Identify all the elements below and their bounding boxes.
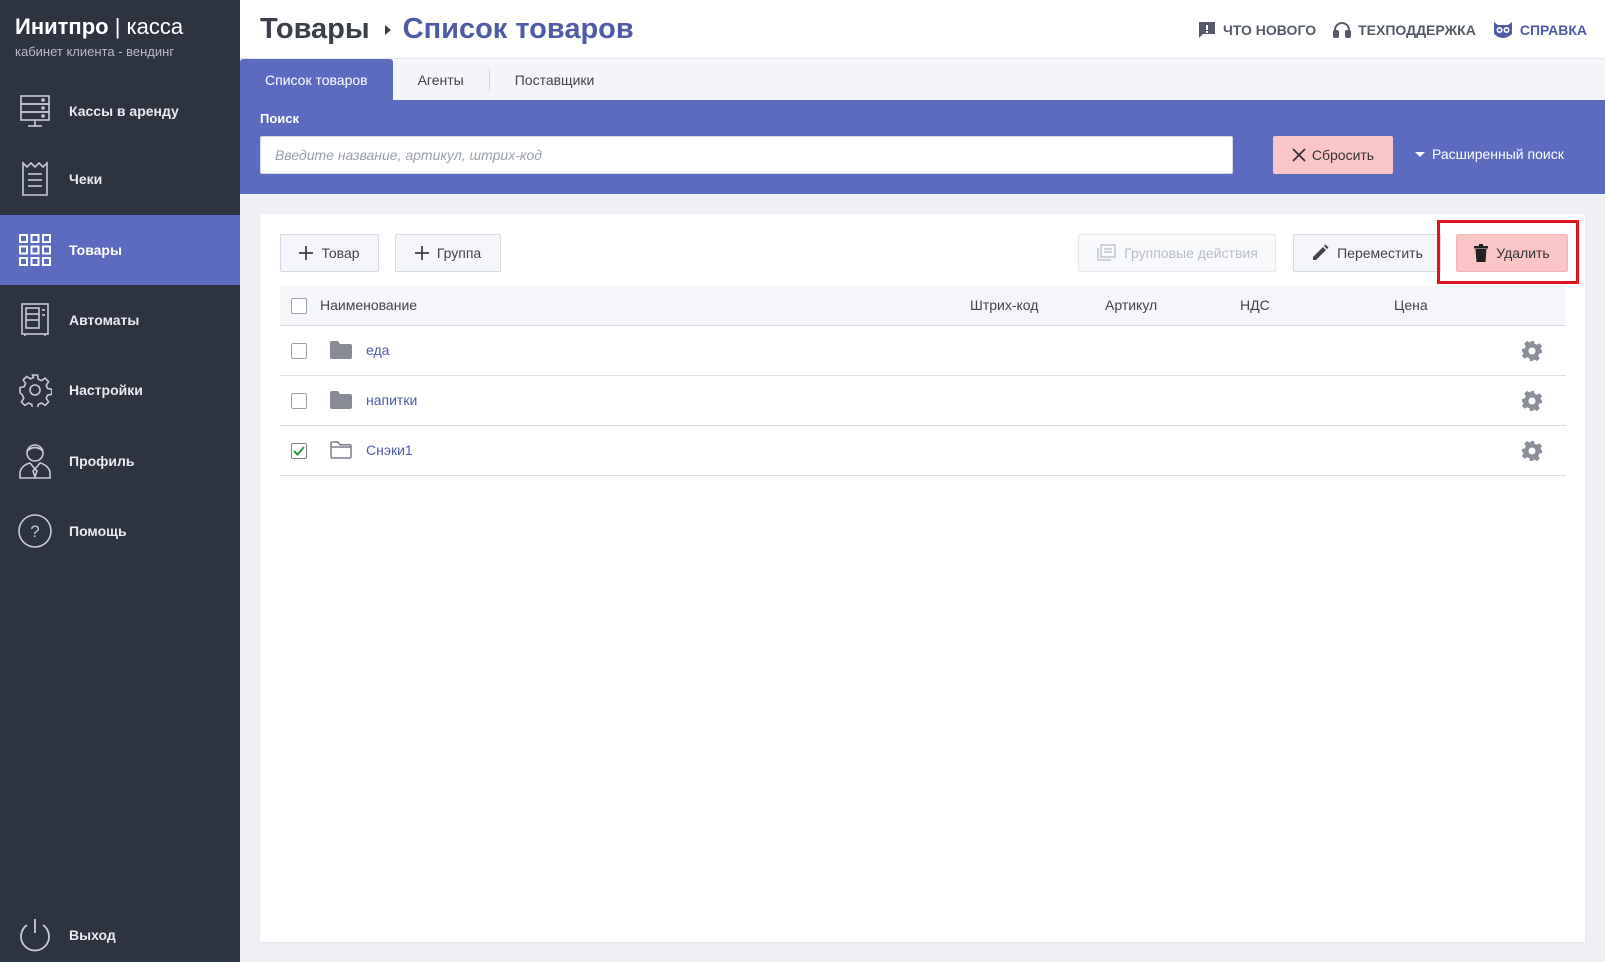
pencil-icon xyxy=(1313,244,1329,260)
table-row[interactable]: еда xyxy=(280,326,1566,376)
power-icon xyxy=(17,917,53,953)
sidebar-item-profile[interactable]: Профиль xyxy=(0,426,240,496)
reset-label: Сбросить xyxy=(1311,147,1375,163)
announcement-icon xyxy=(1198,22,1215,38)
plus-icon xyxy=(414,246,429,260)
checkmark-icon xyxy=(293,446,305,456)
column-header-barcode[interactable]: Штрих-код xyxy=(970,297,1038,313)
delete-label: Удалить xyxy=(1496,245,1550,261)
breadcrumb-parent[interactable]: Товары xyxy=(260,13,370,46)
folder-outline-icon xyxy=(330,441,352,459)
trash-icon xyxy=(1474,244,1489,262)
gear-icon[interactable] xyxy=(1521,390,1543,412)
search-input[interactable] xyxy=(260,136,1233,174)
sidebar-item-label: Чеки xyxy=(69,171,103,187)
svg-text:?: ? xyxy=(30,522,39,541)
sidebar-item-vending-machines[interactable]: Автоматы xyxy=(0,285,240,355)
group-actions-label: Групповые действия xyxy=(1124,245,1258,261)
help-reference-link[interactable]: СПРАВКА xyxy=(1492,20,1587,40)
sidebar-item-label: Выход xyxy=(69,927,116,943)
sidebar-item-receipts[interactable]: Чеки xyxy=(0,144,240,214)
help-icon: ? xyxy=(17,513,53,549)
help-reference-label: СПРАВКА xyxy=(1519,22,1587,38)
table-row[interactable]: напитки xyxy=(280,376,1566,426)
brand-title: Инитпро | касса xyxy=(15,14,184,39)
brand: Инитпро | касса кабинет клиента - вендин… xyxy=(0,0,240,80)
whats-new-link[interactable]: ЧТО НОВОГО xyxy=(1197,20,1316,40)
gear-icon xyxy=(17,372,53,408)
column-header-article[interactable]: Артикул xyxy=(1105,297,1157,313)
reset-button[interactable]: Сбросить xyxy=(1273,136,1393,174)
sidebar-item-label: Автоматы xyxy=(69,312,140,328)
select-all-checkbox[interactable] xyxy=(291,298,307,314)
sidebar-item-products[interactable]: Товары xyxy=(0,215,240,285)
move-label: Переместить xyxy=(1337,245,1423,261)
advanced-search-toggle[interactable]: Расширенный поиск xyxy=(1415,146,1564,162)
folder-icon xyxy=(330,391,352,409)
server-icon xyxy=(17,93,53,129)
row-checkbox[interactable] xyxy=(291,343,307,359)
add-group-button[interactable]: Группа xyxy=(395,234,501,272)
sidebar-item-logout[interactable]: Выход xyxy=(0,900,240,962)
sidebar-item-rental-registers[interactable]: Кассы в аренду xyxy=(0,76,240,146)
tab-product-list[interactable]: Список товаров xyxy=(240,59,393,100)
move-button[interactable]: Переместить xyxy=(1293,234,1441,272)
sidebar-item-label: Настройки xyxy=(69,382,143,398)
page-title: Список товаров xyxy=(402,13,634,45)
group-actions-button[interactable]: Групповые действия xyxy=(1078,234,1276,272)
row-checkbox[interactable] xyxy=(291,393,307,409)
table-row[interactable]: Снэки1 xyxy=(280,426,1566,476)
column-header-name[interactable]: Наименование xyxy=(320,297,417,313)
add-product-label: Товар xyxy=(321,245,360,261)
tab-suppliers[interactable]: Поставщики xyxy=(490,59,620,100)
row-name-link[interactable]: еда xyxy=(366,342,389,358)
delete-button[interactable]: Удалить xyxy=(1456,234,1568,272)
row-name-link[interactable]: напитки xyxy=(366,392,417,408)
receipt-icon xyxy=(17,161,53,197)
header: Товары Список товаров ЧТО НОВОГО ТЕХПОДД… xyxy=(240,0,1605,59)
brand-subtitle: кабинет клиента - вендинг xyxy=(15,44,175,59)
column-header-vat[interactable]: НДС xyxy=(1240,297,1270,313)
column-header-price[interactable]: Цена xyxy=(1394,297,1428,313)
vending-machine-icon xyxy=(17,302,53,338)
folder-icon xyxy=(330,341,352,359)
content-card: Товар Группа Групповые действия Перемест… xyxy=(260,214,1585,942)
advanced-search-label: Расширенный поиск xyxy=(1432,146,1564,162)
gear-icon[interactable] xyxy=(1521,340,1543,362)
plus-icon xyxy=(299,246,314,260)
breadcrumb: Товары Список товаров xyxy=(260,13,634,46)
owl-icon xyxy=(1493,22,1512,38)
sidebar: Инитпро | касса кабинет клиента - вендин… xyxy=(0,0,240,962)
tab-bar: Список товаров Агенты Поставщики xyxy=(240,59,1605,100)
table-header: Наименование Штрих-код Артикул НДС Цена xyxy=(280,286,1566,326)
user-icon xyxy=(17,443,53,480)
support-link[interactable]: ТЕХПОДДЕРЖКА xyxy=(1332,20,1476,40)
headset-icon xyxy=(1333,22,1352,38)
top-links: ЧТО НОВОГО ТЕХПОДДЕРЖКА СПРАВКА xyxy=(1197,20,1587,40)
breadcrumb-arrow-icon xyxy=(384,24,391,35)
sidebar-item-label: Помощь xyxy=(69,523,127,539)
search-panel: Поиск Сбросить Расширенный поиск xyxy=(240,100,1605,194)
sidebar-item-label: Профиль xyxy=(69,453,135,469)
row-checkbox-checked[interactable] xyxy=(291,443,307,459)
close-icon xyxy=(1292,148,1306,162)
sidebar-item-label: Товары xyxy=(69,242,122,258)
add-group-label: Группа xyxy=(436,245,482,261)
search-label: Поиск xyxy=(260,111,300,126)
row-name-link[interactable]: Снэки1 xyxy=(366,442,413,458)
caret-down-icon xyxy=(1415,151,1425,157)
support-label: ТЕХПОДДЕРЖКА xyxy=(1358,22,1476,38)
grid-icon xyxy=(17,232,53,268)
add-product-button[interactable]: Товар xyxy=(280,234,379,272)
stack-icon xyxy=(1097,244,1117,261)
sidebar-item-settings[interactable]: Настройки xyxy=(0,355,240,425)
sidebar-item-label: Кассы в аренду xyxy=(69,103,179,119)
tab-agents[interactable]: Агенты xyxy=(393,59,489,100)
whats-new-label: ЧТО НОВОГО xyxy=(1222,22,1317,38)
gear-icon[interactable] xyxy=(1521,440,1543,462)
sidebar-item-help[interactable]: ? Помощь xyxy=(0,496,240,566)
